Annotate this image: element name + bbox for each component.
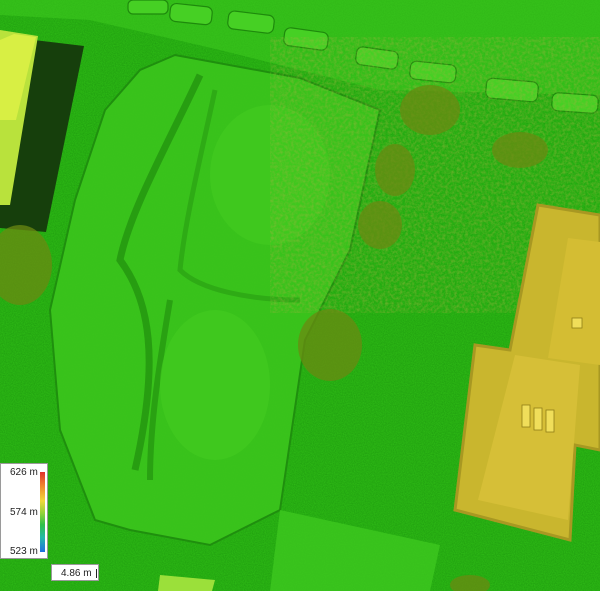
elevation-legend: 626 m 574 m 523 m	[0, 463, 48, 559]
hollow-south	[160, 310, 270, 460]
legend-max-label: 626 m	[10, 467, 38, 478]
legend-mid-label: 574 m	[10, 507, 38, 518]
scale-bar-label: 4.86 m	[61, 568, 92, 579]
scale-bar: 4.86 m	[51, 564, 99, 581]
legend-min-label: 523 m	[10, 546, 38, 557]
scale-bar-tick	[96, 569, 97, 578]
elevation-color-ramp	[40, 472, 45, 552]
elevation-map[interactable]	[0, 0, 600, 591]
